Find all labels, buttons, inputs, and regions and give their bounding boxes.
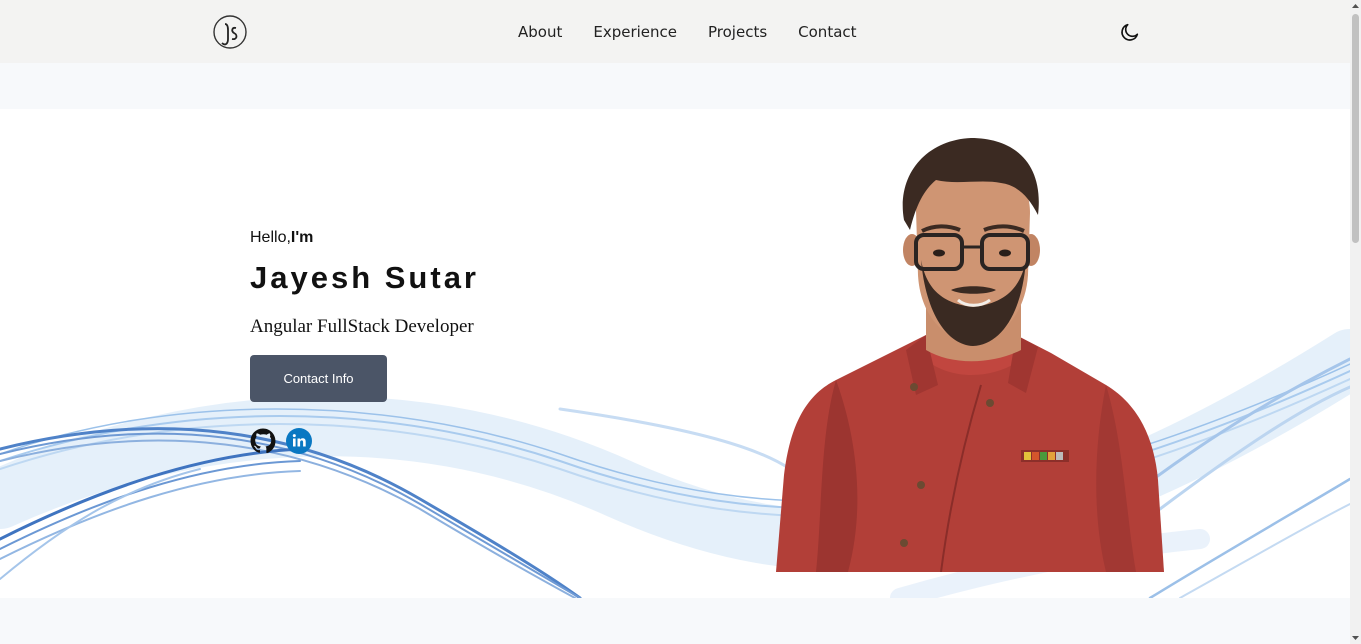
contact-info-button[interactable]: Contact Info <box>250 355 387 402</box>
nav-links: About Experience Projects Contact <box>518 23 857 41</box>
nav-link-about[interactable]: About <box>518 23 562 41</box>
scrollbar[interactable] <box>1350 0 1361 644</box>
linkedin-icon[interactable] <box>286 428 312 454</box>
hero-name: Jayesh Sutar <box>250 260 479 295</box>
navbar: About Experience Projects Contact <box>0 0 1350 63</box>
profile-photo <box>776 138 1164 572</box>
nav-link-projects[interactable]: Projects <box>708 23 767 41</box>
scrollbar-thumb[interactable] <box>1352 14 1359 243</box>
logo-icon[interactable] <box>212 12 248 52</box>
social-links <box>250 428 312 454</box>
hero-greeting: Hello,I'm <box>250 229 314 246</box>
nav-link-contact[interactable]: Contact <box>798 23 856 41</box>
scroll-down-arrow-icon[interactable] <box>1350 632 1361 644</box>
moon-icon[interactable] <box>1119 21 1141 43</box>
hero-role: Angular FullStack Developer <box>250 316 474 337</box>
github-icon[interactable] <box>250 428 276 454</box>
hero-section: Hello,I'm Jayesh Sutar Angular FullStack… <box>0 109 1350 598</box>
nav-link-experience[interactable]: Experience <box>593 23 677 41</box>
scroll-up-arrow-icon[interactable] <box>1350 0 1361 12</box>
